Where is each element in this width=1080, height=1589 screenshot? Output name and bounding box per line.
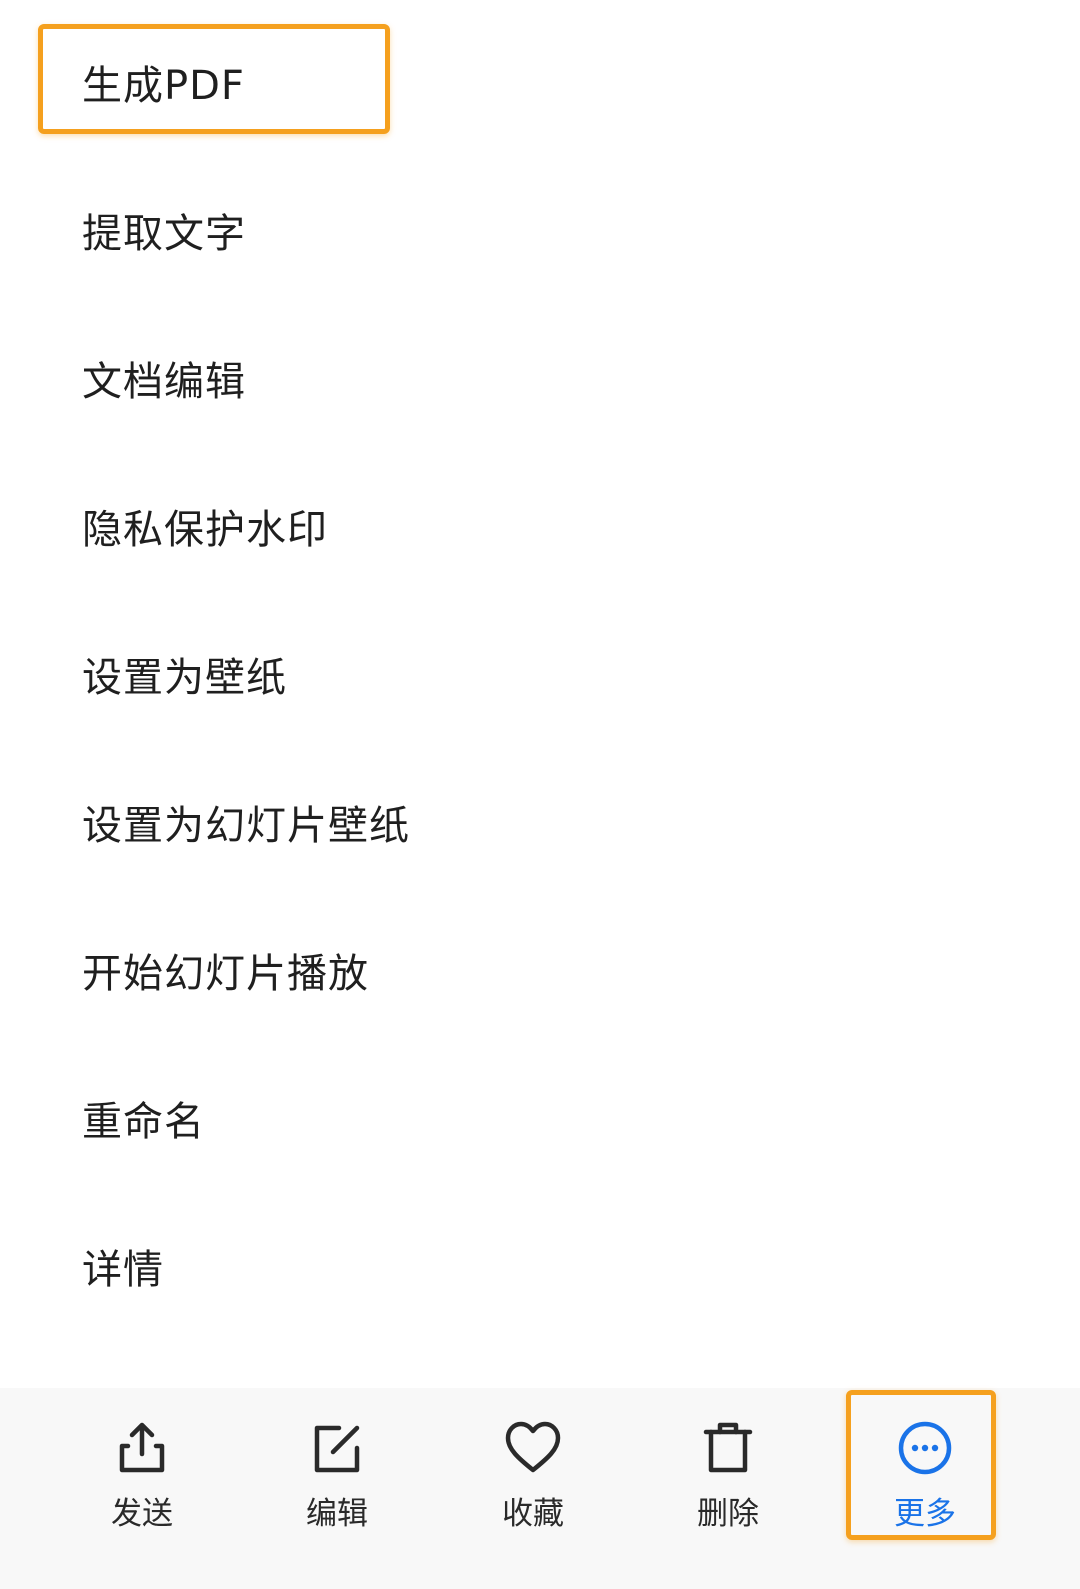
delete-button[interactable]: 删除 [658,1418,798,1538]
menu-item-generate-pdf[interactable]: 生成PDF [82,37,245,127]
share-icon [112,1418,172,1478]
menu-item-set-slideshow-wallpaper[interactable]: 设置为幻灯片壁纸 [82,777,410,867]
menu-item-label: 隐私保护水印 [82,507,328,553]
delete-label: 删除 [697,1496,759,1532]
menu-item-details[interactable]: 详情 [82,1221,164,1311]
favorite-button[interactable]: 收藏 [463,1418,603,1538]
menu-item-label: 生成PDF [82,63,245,109]
send-label: 发送 [111,1496,173,1532]
menu-item-label: 设置为幻灯片壁纸 [82,803,410,849]
edit-button[interactable]: 编辑 [267,1418,407,1538]
heart-icon [503,1418,563,1478]
more-actions-screen: 生成PDF 提取文字 文档编辑 隐私保护水印 设置为壁纸 设置为幻灯片壁纸 开始… [0,0,1080,1589]
send-button[interactable]: 发送 [72,1418,212,1538]
more-icon [895,1418,955,1478]
menu-item-start-slideshow[interactable]: 开始幻灯片播放 [82,925,369,1015]
menu-item-document-edit[interactable]: 文档编辑 [82,333,246,423]
more-button[interactable]: 更多 [855,1418,995,1538]
menu-item-extract-text[interactable]: 提取文字 [82,185,246,275]
more-label: 更多 [894,1496,956,1532]
edit-icon [307,1418,367,1478]
favorite-label: 收藏 [502,1496,564,1532]
menu-item-label: 设置为壁纸 [82,655,287,701]
menu-item-set-wallpaper[interactable]: 设置为壁纸 [82,629,287,719]
menu-item-label: 详情 [82,1247,164,1293]
edit-label: 编辑 [306,1496,368,1532]
menu-item-rename[interactable]: 重命名 [82,1073,205,1163]
menu-item-label: 提取文字 [82,211,246,257]
menu-item-label: 开始幻灯片播放 [82,951,369,997]
menu-item-privacy-watermark[interactable]: 隐私保护水印 [82,481,328,571]
menu-item-label: 重命名 [82,1099,205,1145]
menu-item-label: 文档编辑 [82,359,246,405]
trash-icon [698,1418,758,1478]
